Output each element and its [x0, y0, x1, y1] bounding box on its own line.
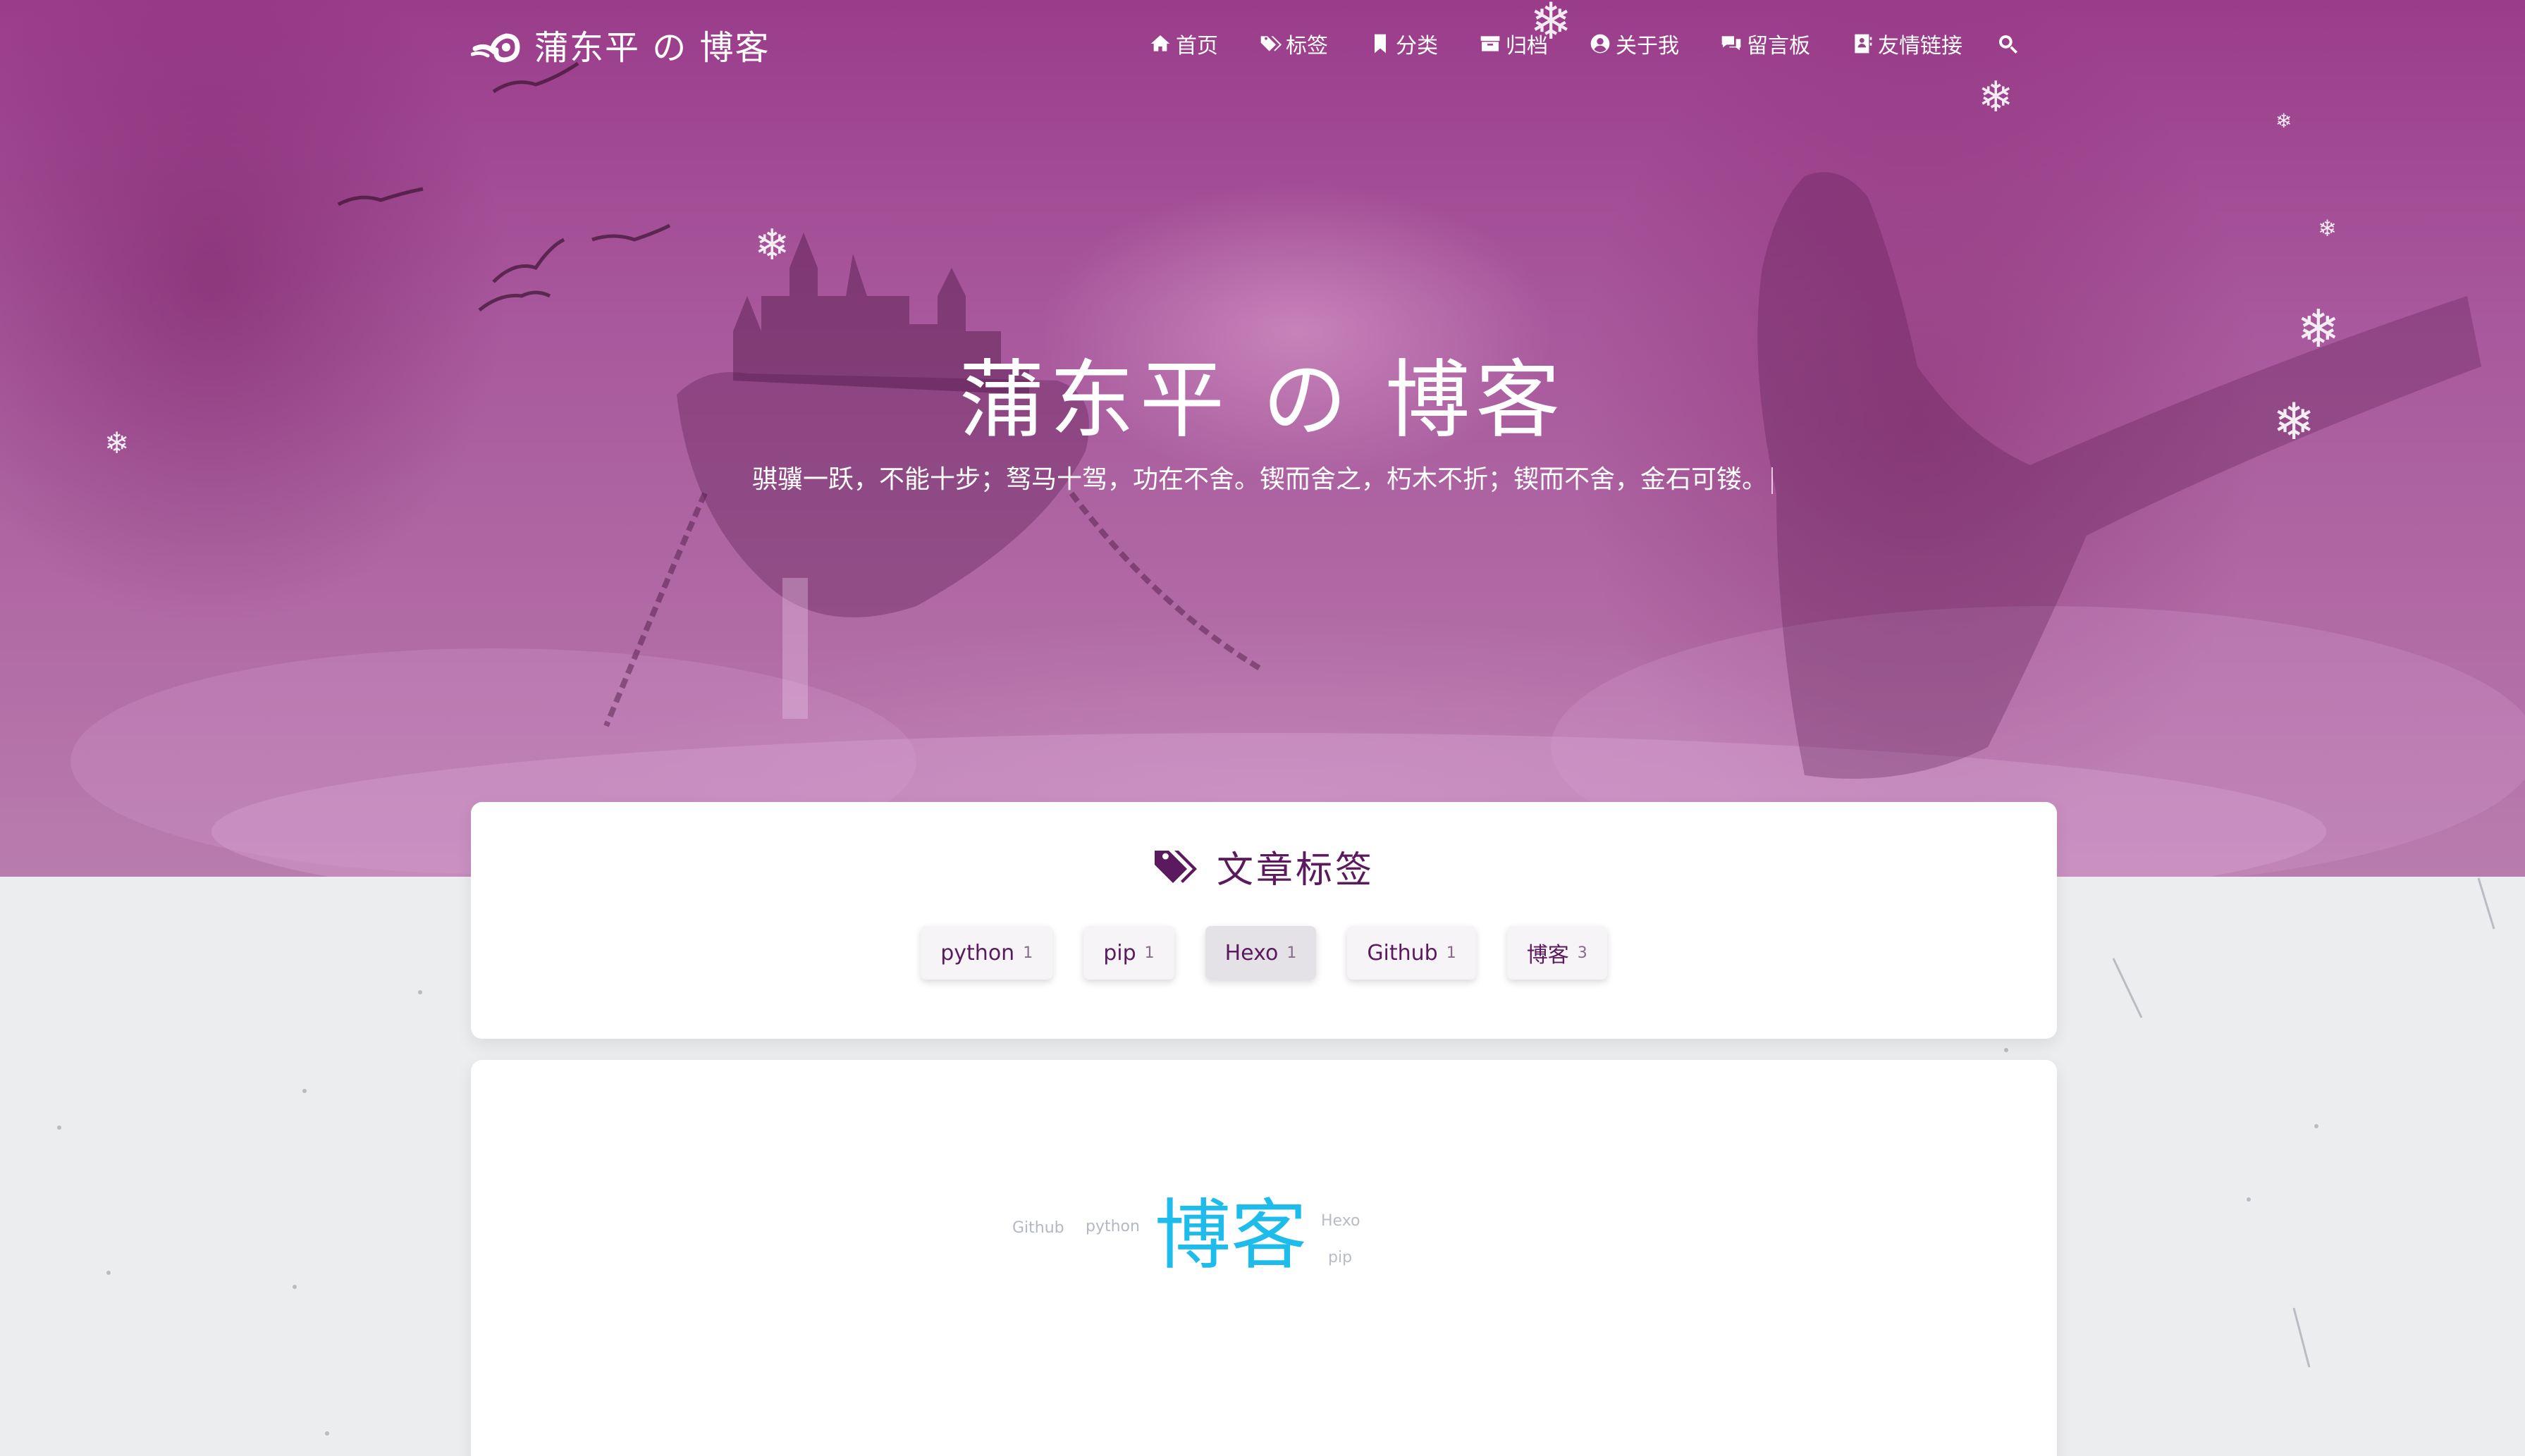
snowflake-icon: ❄ — [2275, 109, 2292, 132]
tag-count: 3 — [1577, 944, 1587, 962]
nav-menu: 首页 标签 分类 归档 关于我 留言板 友情链接 — [1149, 24, 2064, 63]
hero-title: 蒲东平 の 博客 — [959, 352, 1566, 450]
tag-name: Hexo — [1224, 940, 1279, 965]
tags-icon — [1260, 36, 1282, 51]
cloud-word-blog[interactable]: 博客 — [1155, 1198, 1307, 1274]
nav-item-home[interactable]: 首页 — [1149, 28, 1218, 59]
tag-count: 1 — [1023, 944, 1033, 962]
search-icon — [1999, 35, 2017, 54]
hero-subtitle-text: 骐骥一跃，不能十步；驽马十驾，功在不舍。锲而舍之，朽木不折；锲而不舍，金石可镂。 — [751, 465, 1767, 494]
top-navbar: 蒲东平 の 博客 首页 标签 分类 归档 关于我 留言板 友情链接 — [0, 0, 2525, 89]
nav-item-about[interactable]: 关于我 — [1589, 28, 1679, 59]
hero-subtitle: 骐骥一跃，不能十步；驽马十驾，功在不舍。锲而舍之，朽木不折；锲而不舍，金石可镂。 — [740, 461, 1785, 499]
user-circle-icon — [1590, 34, 1610, 54]
nav-item-label: 分类 — [1396, 34, 1438, 58]
snowflake-icon: ❄ — [754, 221, 790, 270]
tag-chip-hexo[interactable]: Hexo 1 — [1205, 926, 1317, 980]
tag-chip-blog[interactable]: 博客 3 — [1506, 926, 1607, 980]
tag-chip-python[interactable]: python 1 — [921, 926, 1053, 980]
nav-item-archive[interactable]: 归档 — [1479, 28, 1548, 59]
typing-caret — [1771, 467, 1773, 494]
tag-cloud-panel: Github python 博客 Hexo pip — [471, 1060, 2057, 1456]
tag-name: python — [940, 940, 1015, 965]
brand-link[interactable]: 蒲东平 の 博客 — [471, 20, 770, 69]
cloud-word-pip[interactable]: pip — [1328, 1249, 1352, 1266]
home-icon — [1150, 35, 1170, 51]
cloud-word-hexo[interactable]: Hexo — [1321, 1212, 1360, 1230]
nav-item-label: 关于我 — [1616, 34, 1679, 58]
nav-item-guestbook[interactable]: 留言板 — [1720, 28, 1810, 59]
tag-name: pip — [1103, 940, 1136, 965]
archive-icon — [1480, 36, 1500, 51]
tag-chip-github[interactable]: Github 1 — [1347, 926, 1476, 980]
cloud-word-github[interactable]: Github — [1012, 1219, 1064, 1237]
nav-item-tags[interactable]: 标签 — [1259, 28, 1328, 59]
comments-icon — [1721, 36, 1741, 51]
tag-chip-pip[interactable]: pip 1 — [1083, 926, 1174, 980]
search-button[interactable] — [1999, 32, 2023, 55]
tags-heading-text: 文章标签 — [1216, 849, 1375, 892]
logo-icon — [471, 33, 520, 63]
tags-heading: 文章标签 — [471, 840, 2057, 893]
nav-item-label: 留言板 — [1747, 34, 1810, 58]
tag-name: 博客 — [1526, 943, 1569, 968]
nav-item-label: 首页 — [1176, 34, 1218, 58]
bookmark-icon — [1375, 34, 1386, 54]
cloud-word-python[interactable]: python — [1086, 1218, 1140, 1235]
nav-item-categories[interactable]: 分类 — [1369, 28, 1438, 59]
tag-count: 1 — [1286, 944, 1297, 962]
hero-banner: ❄ ❄ ❄ ❄ ❄ ❄ ❄ ❄ 蒲东平 の 博客 骐骥一跃，不能十步；驽马十驾，… — [0, 0, 2525, 877]
nav-item-label: 归档 — [1506, 34, 1548, 58]
nav-item-label: 标签 — [1286, 34, 1328, 58]
nav-item-friend-links[interactable]: 友情链接 — [1851, 28, 1962, 59]
snowflake-icon: ❄ — [2318, 215, 2337, 242]
address-book-icon — [1855, 34, 1872, 54]
tags-panel: 文章标签 python 1 pip 1 Hexo 1 Github 1 博客 3 — [471, 802, 2057, 1039]
tag-list: python 1 pip 1 Hexo 1 Github 1 博客 3 — [471, 926, 2057, 980]
nav-item-label: 友情链接 — [1878, 34, 1962, 58]
tags-icon — [1154, 850, 1197, 883]
brand-title: 蒲东平 の 博客 — [534, 28, 770, 68]
tag-name: Github — [1367, 940, 1438, 965]
tag-count: 1 — [1144, 944, 1155, 962]
tag-count: 1 — [1446, 944, 1456, 962]
